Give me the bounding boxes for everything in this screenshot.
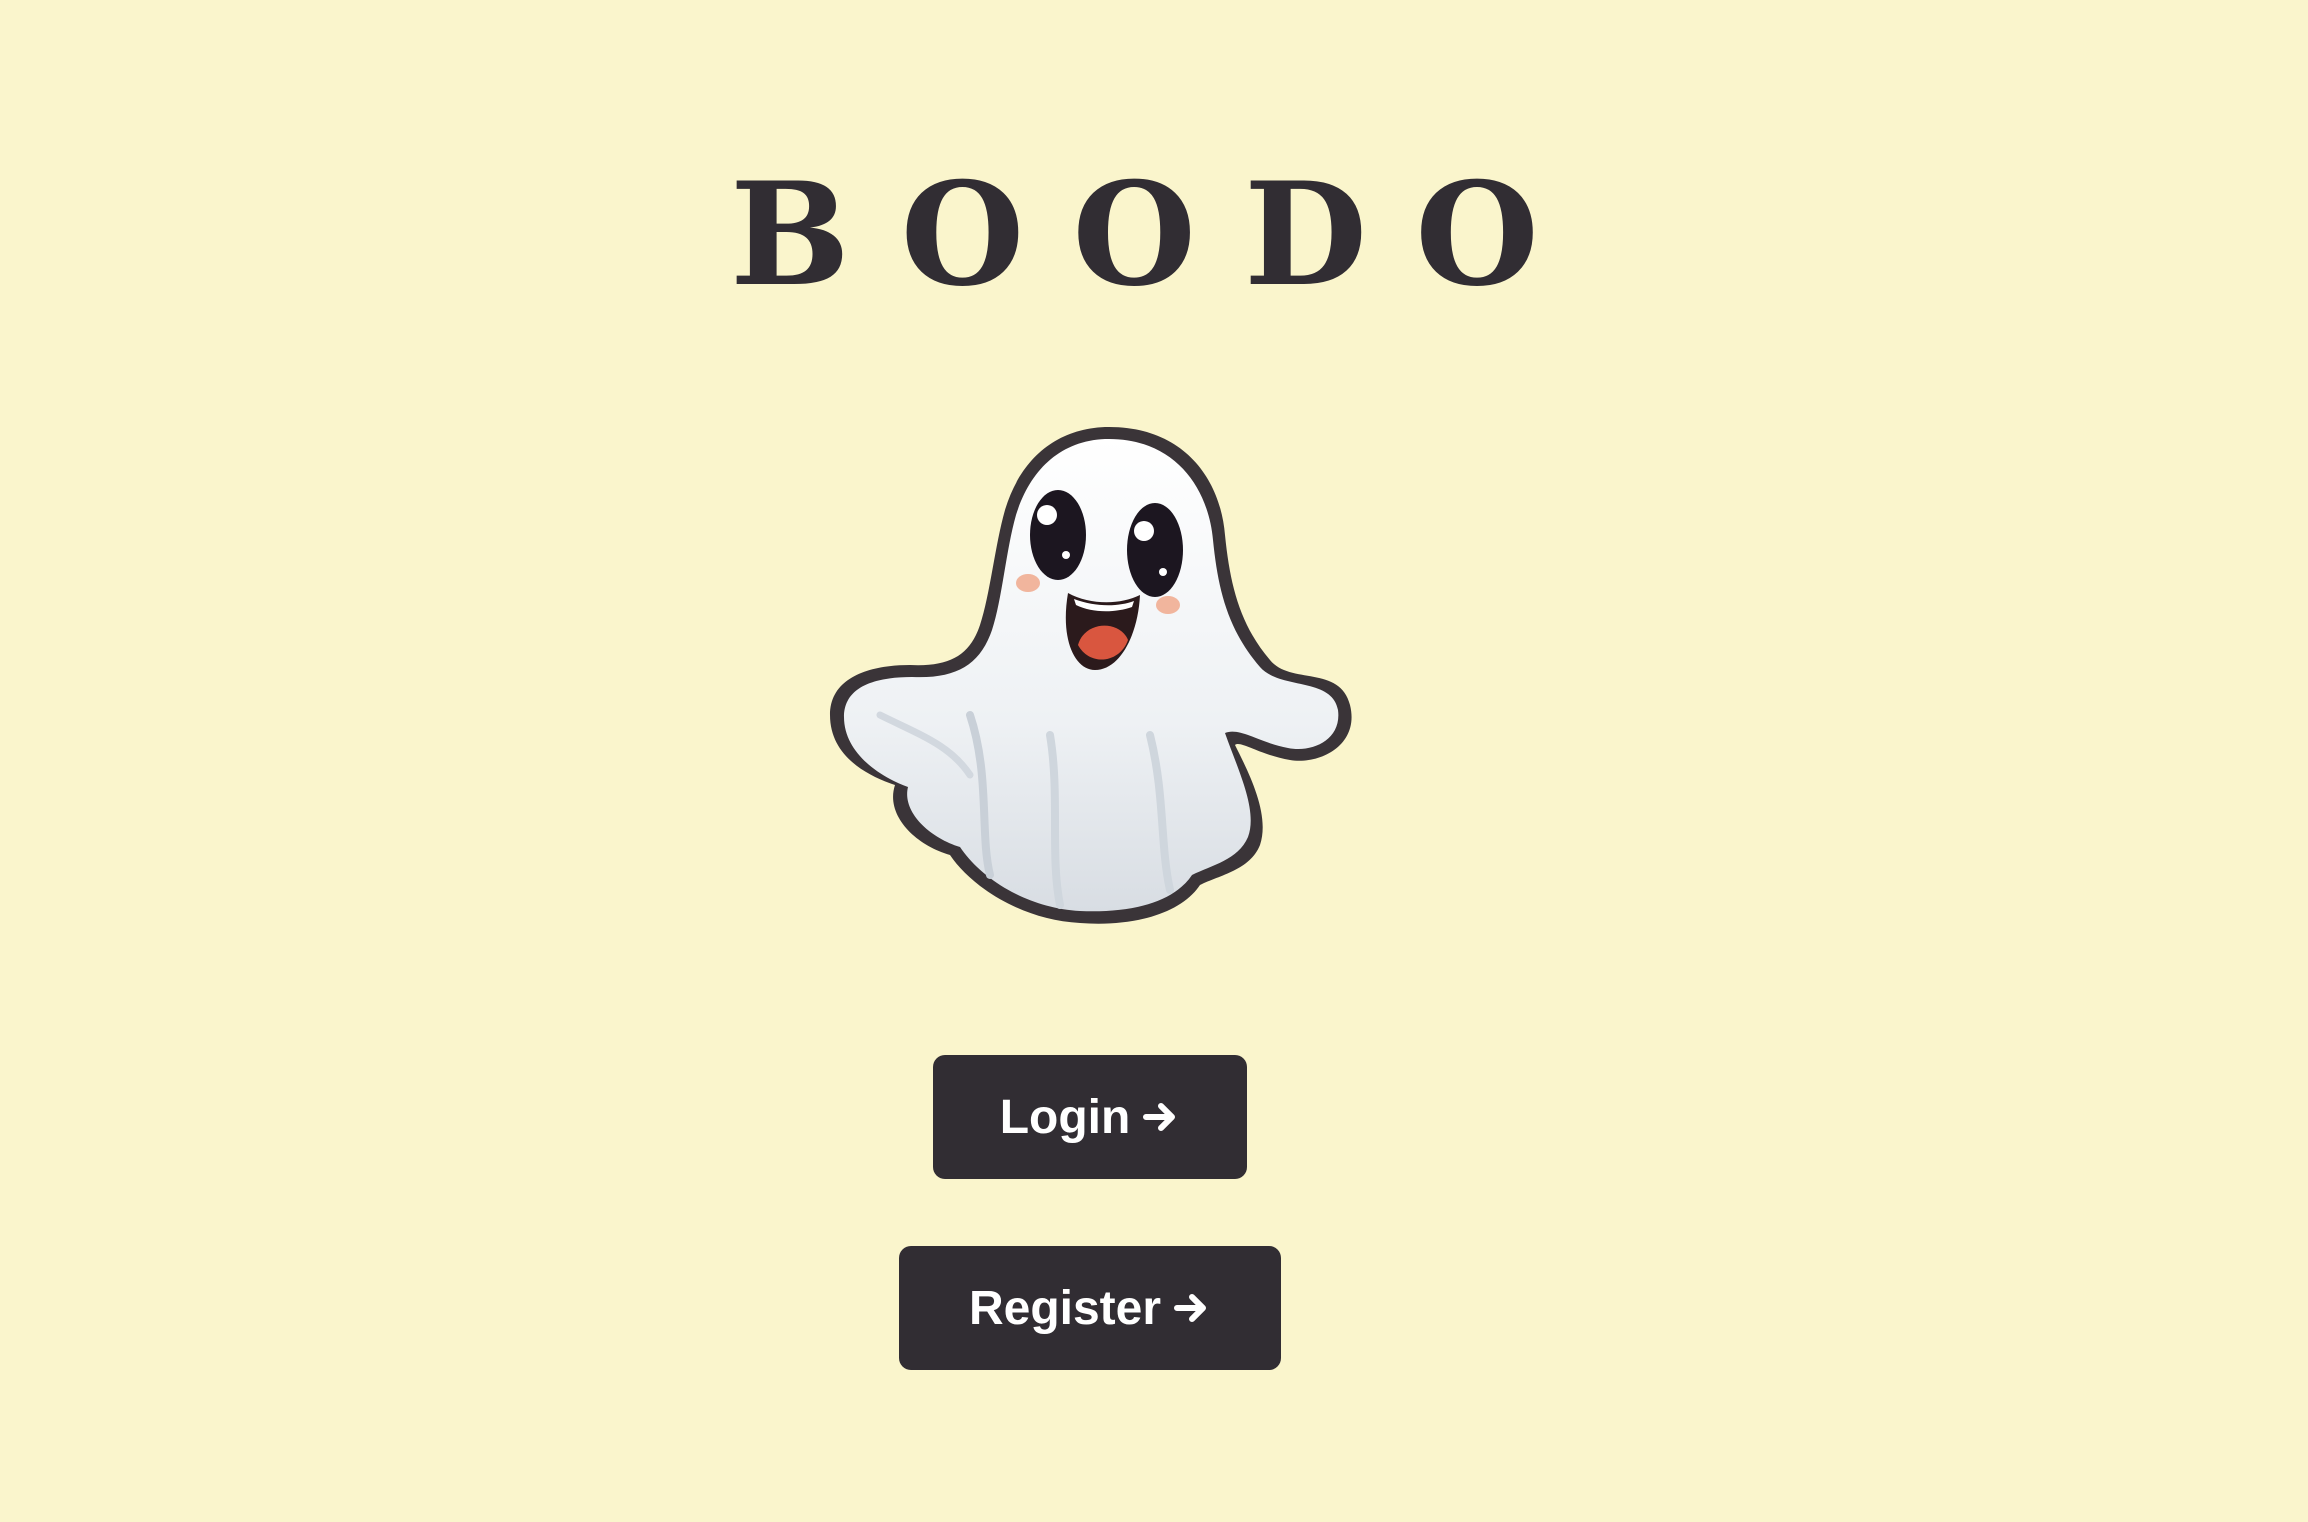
register-button[interactable]: Register (899, 1246, 1281, 1370)
app-title: BOODO (730, 152, 1587, 318)
landing-page: BOODO Login Register (0, 0, 2308, 1522)
arrow-right-icon (1140, 1097, 1180, 1137)
ghost-icon (820, 415, 1360, 940)
login-button[interactable]: Login (933, 1055, 1247, 1179)
register-button-label: Register (968, 1281, 1162, 1335)
arrow-right-icon (1171, 1288, 1211, 1328)
login-button-label: Login (999, 1090, 1131, 1144)
